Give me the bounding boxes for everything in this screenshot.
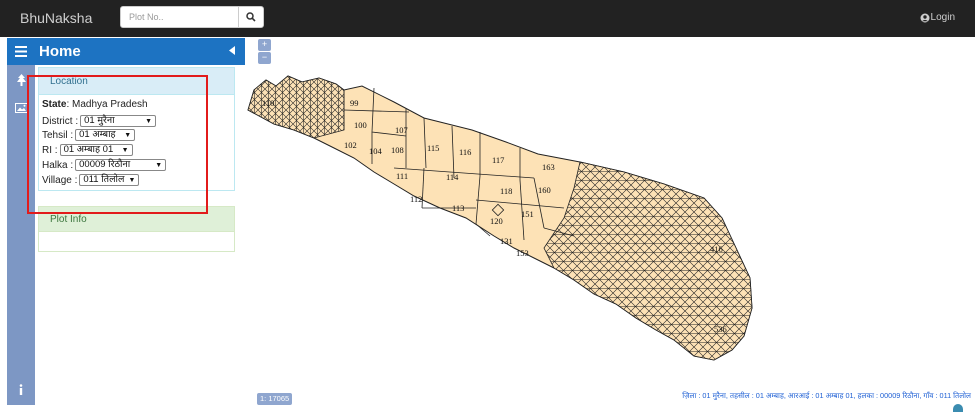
cadastral-map[interactable]: 99 100 107 102 104 108 115 116 117 163 1…	[244, 68, 764, 368]
plot-label[interactable]: 163	[542, 162, 555, 172]
plot-search-input[interactable]	[120, 6, 239, 28]
state-label: State	[42, 99, 67, 110]
plot-label[interactable]: 116	[459, 147, 471, 157]
user-icon	[920, 13, 930, 22]
plot-label[interactable]: 111	[396, 171, 408, 181]
village-field: Village : 011 तिलोल ▼	[42, 174, 140, 186]
state-value: : Madhya Pradesh	[66, 99, 148, 110]
location-header[interactable]: Location	[39, 68, 234, 95]
map-scale: 1: 17065	[257, 393, 293, 405]
halka-select[interactable]: 00009 रिठौना ▼	[75, 159, 167, 171]
layers-tab[interactable]	[7, 70, 35, 90]
menu-toggle[interactable]	[7, 38, 35, 65]
village-value: 011 तिलोल	[83, 174, 125, 185]
plot-label[interactable]: 536	[714, 324, 727, 334]
halka-field: Halka : 00009 रिठौना ▼	[42, 159, 167, 171]
location-panel: Location State: Madhya Pradesh District …	[38, 67, 235, 191]
plot-label[interactable]: 131	[500, 236, 513, 246]
plot-label[interactable]: 100	[354, 120, 367, 130]
chevron-down-icon: ▼	[128, 177, 136, 184]
location-footer: ज़िला : 01 मुरैना, तहसील : 01 अम्बाह, आर…	[682, 391, 971, 400]
district-select[interactable]: 01 मुरैना ▼	[80, 115, 157, 127]
district-value: 01 मुरैना	[84, 115, 115, 126]
halka-value: 00009 रिठौना	[79, 159, 131, 170]
panel-title: Home	[39, 43, 81, 60]
search-button[interactable]	[238, 6, 264, 28]
state-line: State: Madhya Pradesh	[42, 99, 148, 110]
ri-field: RI : 01 अम्बाह 01 ▼	[42, 144, 133, 156]
village-label: Village :	[42, 174, 78, 186]
plot-label[interactable]: 104	[369, 146, 383, 156]
chevron-down-icon: ▼	[155, 162, 163, 169]
plot-label[interactable]: 107	[395, 125, 408, 135]
panel-header: Home	[35, 38, 245, 65]
plot-label[interactable]: 112	[410, 194, 422, 204]
sidebar-icon-strip	[7, 38, 35, 405]
plot-label[interactable]: 108	[391, 145, 404, 155]
plot-label[interactable]: 151	[521, 209, 534, 219]
plot-label[interactable]: 118	[500, 186, 512, 196]
plot-label[interactable]: 102	[344, 140, 357, 150]
menu-icon	[15, 46, 27, 57]
plot-info-header[interactable]: Plot Info	[39, 207, 234, 232]
village-select[interactable]: 011 तिलोल ▼	[79, 174, 140, 186]
tehsil-label: Tehsil :	[42, 129, 74, 141]
plot-label[interactable]: 99	[350, 98, 359, 108]
tehsil-value: 01 अम्बाह	[79, 129, 116, 140]
ri-value: 01 अम्बाह 01	[63, 144, 114, 155]
imagery-tab[interactable]	[7, 98, 35, 118]
district-label: District :	[42, 115, 79, 127]
ri-label: RI :	[42, 144, 58, 156]
zoom-out-button[interactable]: −	[258, 52, 271, 64]
login-link[interactable]: Login	[920, 12, 955, 23]
top-navbar: BhuNaksha Login	[0, 0, 975, 37]
image-icon	[14, 103, 28, 113]
collapse-left-icon[interactable]	[229, 46, 235, 55]
tehsil-field: Tehsil : 01 अम्बाह ▼	[42, 129, 136, 141]
info-tab[interactable]	[7, 379, 35, 399]
halka-label: Halka :	[42, 159, 74, 171]
tree-icon	[16, 73, 26, 86]
corner-widget[interactable]	[953, 404, 963, 412]
search-icon	[246, 12, 256, 22]
zoom-in-button[interactable]: +	[258, 39, 271, 51]
app-brand[interactable]: BhuNaksha	[20, 10, 92, 26]
plot-label[interactable]: 114	[446, 172, 459, 182]
plot-label[interactable]: 110	[262, 98, 274, 108]
plot-label[interactable]: 117	[492, 155, 504, 165]
login-label: Login	[930, 12, 955, 23]
plot-label[interactable]: 160	[538, 185, 551, 195]
ri-select[interactable]: 01 अम्बाह 01 ▼	[59, 144, 133, 156]
plot-label[interactable]: 115	[427, 143, 439, 153]
chevron-down-icon: ▼	[124, 132, 132, 139]
plot-label[interactable]: 153	[516, 248, 529, 258]
chevron-down-icon: ▼	[145, 118, 153, 125]
plot-label[interactable]: 120	[490, 216, 503, 226]
plot-label[interactable]: 416	[710, 244, 723, 254]
info-icon	[19, 383, 23, 395]
chevron-down-icon: ▼	[121, 147, 129, 154]
plot-info-panel: Plot Info	[38, 206, 235, 252]
district-field: District : 01 मुरैना ▼	[42, 115, 157, 127]
tehsil-select[interactable]: 01 अम्बाह ▼	[75, 129, 136, 141]
plot-label[interactable]: 113	[452, 203, 464, 213]
